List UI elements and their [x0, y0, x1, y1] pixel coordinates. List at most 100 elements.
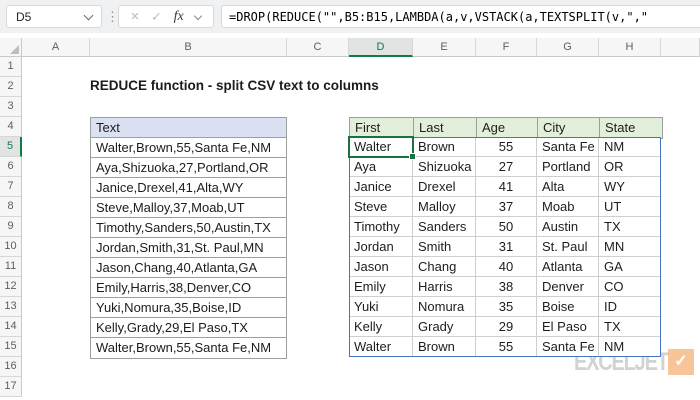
row-header-8[interactable]: 8: [0, 197, 22, 217]
result-cell[interactable]: Portland: [537, 157, 599, 177]
result-cell[interactable]: NM: [599, 337, 661, 357]
result-cell[interactable]: Brown: [413, 137, 476, 157]
result-cell[interactable]: Emily: [349, 277, 413, 297]
result-cell[interactable]: TX: [599, 317, 661, 337]
enter-icon[interactable]: ✓: [151, 9, 162, 25]
source-table-row[interactable]: Janice,Drexel,41,Alta,WY: [91, 178, 286, 198]
result-cell[interactable]: El Paso: [537, 317, 599, 337]
result-cell[interactable]: 37: [476, 197, 537, 217]
result-cell[interactable]: 27: [476, 157, 537, 177]
result-cell[interactable]: 55: [476, 137, 537, 157]
result-cell[interactable]: Timothy: [349, 217, 413, 237]
result-cell[interactable]: Nomura: [413, 297, 476, 317]
row-header-16[interactable]: 16: [0, 357, 22, 377]
result-cell[interactable]: Kelly: [349, 317, 413, 337]
result-cell[interactable]: Austin: [537, 217, 599, 237]
result-cell[interactable]: Shizuoka: [413, 157, 476, 177]
source-table-row[interactable]: Timothy,Sanders,50,Austin,TX: [91, 218, 286, 238]
source-table-row[interactable]: Walter,Brown,55,Santa Fe,NM: [91, 338, 286, 358]
result-cell[interactable]: Walter: [349, 337, 413, 357]
result-header-cell[interactable]: State: [600, 118, 662, 138]
result-cell[interactable]: 55: [476, 337, 537, 357]
source-table-row[interactable]: Jason,Chang,40,Atlanta,GA: [91, 258, 286, 278]
result-cell[interactable]: Moab: [537, 197, 599, 217]
row-header-11[interactable]: 11: [0, 257, 22, 277]
result-cell[interactable]: MN: [599, 237, 661, 257]
result-cell[interactable]: Alta: [537, 177, 599, 197]
column-header-G[interactable]: G: [537, 38, 599, 57]
result-cell[interactable]: 29: [476, 317, 537, 337]
row-header-17[interactable]: 17: [0, 377, 22, 397]
source-table-row[interactable]: Kelly,Grady,29,El Paso,TX: [91, 318, 286, 338]
name-box[interactable]: D5: [6, 5, 102, 28]
result-cell[interactable]: 50: [476, 217, 537, 237]
result-cell[interactable]: 40: [476, 257, 537, 277]
result-cell[interactable]: Denver: [537, 277, 599, 297]
result-cell[interactable]: Walter: [349, 137, 413, 157]
result-cell[interactable]: St. Paul: [537, 237, 599, 257]
source-table-row[interactable]: Steve,Malloy,37,Moab,UT: [91, 198, 286, 218]
result-cell[interactable]: 41: [476, 177, 537, 197]
row-header-2[interactable]: 2: [0, 77, 22, 97]
result-cell[interactable]: GA: [599, 257, 661, 277]
row-header-1[interactable]: 1: [0, 57, 22, 77]
result-cell[interactable]: Yuki: [349, 297, 413, 317]
column-header-H[interactable]: H: [599, 38, 661, 57]
source-table-row[interactable]: Walter,Brown,55,Santa Fe,NM: [91, 138, 286, 158]
row-header-9[interactable]: 9: [0, 217, 22, 237]
row-header-5[interactable]: 5: [0, 137, 22, 157]
result-cell[interactable]: Sanders: [413, 217, 476, 237]
row-header-15[interactable]: 15: [0, 337, 22, 357]
column-header-E[interactable]: E: [413, 38, 476, 57]
formula-input[interactable]: =DROP(REDUCE("",B5:B15,LAMBDA(a,v,VSTACK…: [221, 5, 700, 28]
source-table-header-cell[interactable]: Text: [91, 118, 286, 138]
result-cell[interactable]: Grady: [413, 317, 476, 337]
row-header-13[interactable]: 13: [0, 297, 22, 317]
result-cell[interactable]: UT: [599, 197, 661, 217]
row-header-3[interactable]: 3: [0, 97, 22, 117]
column-header-D[interactable]: D: [349, 38, 413, 57]
result-cell[interactable]: Jason: [349, 257, 413, 277]
chevron-down-icon[interactable]: [194, 11, 203, 20]
column-header-C[interactable]: C: [287, 38, 349, 57]
column-header-F[interactable]: F: [476, 38, 537, 57]
result-cell[interactable]: Chang: [413, 257, 476, 277]
result-header-cell[interactable]: First: [350, 118, 414, 138]
row-header-6[interactable]: 6: [0, 157, 22, 177]
result-header-cell[interactable]: Last: [414, 118, 477, 138]
result-cell[interactable]: Santa Fe: [537, 337, 599, 357]
result-header-cell[interactable]: City: [538, 118, 600, 138]
source-table-row[interactable]: Aya,Shizuoka,27,Portland,OR: [91, 158, 286, 178]
row-header-14[interactable]: 14: [0, 317, 22, 337]
cancel-icon[interactable]: ×: [131, 9, 140, 24]
result-header-cell[interactable]: Age: [477, 118, 538, 138]
chevron-down-icon[interactable]: [83, 10, 94, 20]
source-table-row[interactable]: Jordan,Smith,31,St. Paul,MN: [91, 238, 286, 258]
result-cell[interactable]: Santa Fe: [537, 137, 599, 157]
result-cell[interactable]: 38: [476, 277, 537, 297]
result-cell[interactable]: 35: [476, 297, 537, 317]
result-cell[interactable]: TX: [599, 217, 661, 237]
row-header-7[interactable]: 7: [0, 177, 22, 197]
result-cell[interactable]: Jordan: [349, 237, 413, 257]
row-header-10[interactable]: 10: [0, 237, 22, 257]
row-header-12[interactable]: 12: [0, 277, 22, 297]
column-header-A[interactable]: A: [22, 38, 90, 57]
insert-function-icon[interactable]: fx: [174, 9, 184, 25]
result-cell[interactable]: NM: [599, 137, 661, 157]
result-cell[interactable]: Janice: [349, 177, 413, 197]
column-header-partial[interactable]: [661, 38, 700, 57]
result-cell[interactable]: WY: [599, 177, 661, 197]
result-cell[interactable]: Steve: [349, 197, 413, 217]
result-cell[interactable]: 31: [476, 237, 537, 257]
source-table-row[interactable]: Yuki,Nomura,35,Boise,ID: [91, 298, 286, 318]
result-cell[interactable]: Smith: [413, 237, 476, 257]
column-header-B[interactable]: B: [90, 38, 287, 57]
source-table-row[interactable]: Emily,Harris,38,Denver,CO: [91, 278, 286, 298]
result-cell[interactable]: Boise: [537, 297, 599, 317]
select-all-corner[interactable]: [0, 38, 22, 57]
result-cell[interactable]: ID: [599, 297, 661, 317]
result-cell[interactable]: Brown: [413, 337, 476, 357]
result-cell[interactable]: Drexel: [413, 177, 476, 197]
result-cell[interactable]: Atlanta: [537, 257, 599, 277]
